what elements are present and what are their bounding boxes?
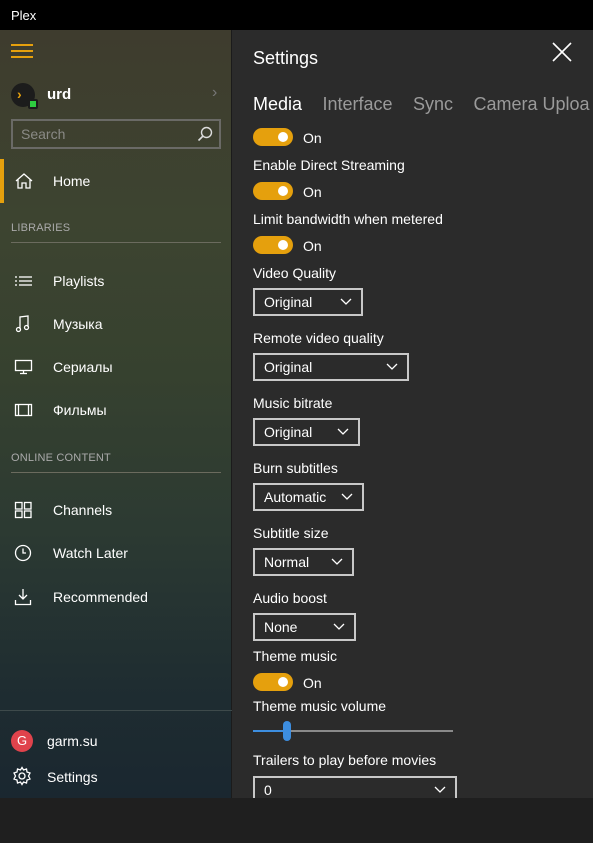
sidebar-item-channels[interactable]: Channels [0,488,232,532]
sidebar-item-label: Музыка [53,316,103,332]
clock-icon [14,544,32,562]
theme-music-volume-slider[interactable] [253,721,453,741]
tab-media[interactable]: Media [253,94,302,115]
tab-camera-upload[interactable]: Camera Uploa [473,94,589,115]
chevron-down-icon [333,623,345,630]
settings-tabs: Media Interface Sync Camera Uploa [253,94,593,120]
subtitle-size-select[interactable]: Normal [253,548,354,576]
search-input[interactable] [13,121,183,147]
direct-streaming-toggle[interactable] [253,182,293,200]
toggle-state: On [303,675,322,691]
divider [0,710,232,711]
trailers-select[interactable]: 0 [253,776,457,798]
grid-icon [14,501,32,519]
sidebar-item-music[interactable]: Музыка [0,302,232,346]
sidebar-item-label: Channels [53,502,113,518]
user-switcher[interactable]: › urd › [0,80,232,110]
chevron-down-icon [331,558,343,565]
chevron-down-icon [341,493,353,500]
slider-thumb[interactable] [283,721,291,741]
sidebar-item-label: Playlists [53,273,105,289]
select-value: None [264,619,298,635]
subtitle-size-label: Subtitle size [253,525,329,541]
home-icon [15,173,33,189]
direct-streaming-label: Enable Direct Streaming [253,157,405,173]
trailers-label: Trailers to play before movies [253,752,437,768]
sidebar-item-home[interactable]: Home [0,159,232,203]
music-bitrate-select[interactable]: Original [253,418,360,446]
chevron-down-icon [434,786,446,793]
sidebar-item-recommended[interactable]: Recommended [0,575,232,619]
music-note-icon [15,315,30,333]
burn-subtitles-label: Burn subtitles [253,460,338,476]
settings-nav-label[interactable]: Settings [47,769,98,785]
audio-boost-label: Audio boost [253,590,327,606]
user-name: urd [47,86,72,103]
sidebar: › urd › Home LIBRARIES Playlists Музыка … [0,30,232,798]
page-title: Settings [253,48,319,68]
video-quality-label: Video Quality [253,265,337,281]
toggle-state: On [303,184,322,200]
sidebar-item-watch-later[interactable]: Watch Later [0,531,232,575]
sidebar-item-label: Фильмы [53,402,107,418]
account-avatar[interactable]: G [11,730,33,752]
bottom-bar [0,798,593,843]
chevron-down-icon [340,298,352,305]
toggle-switch[interactable] [253,128,293,146]
sidebar-item-label: Recommended [53,589,148,605]
select-value: Normal [264,554,310,570]
close-icon[interactable] [550,40,574,64]
monitor-icon [14,359,33,375]
limit-bandwidth-toggle[interactable] [253,236,293,254]
remote-video-quality-select[interactable]: Original [253,353,409,381]
theme-music-label: Theme music [253,648,338,664]
download-icon [14,589,32,606]
theme-music-volume-label: Theme music volume [253,698,387,714]
divider [11,472,221,473]
film-icon [14,403,33,417]
sidebar-item-playlists[interactable]: Playlists [0,259,232,303]
select-value: Automatic [264,489,327,505]
search-box[interactable] [11,119,221,149]
audio-boost-select[interactable]: None [253,613,356,641]
sidebar-item-label: Watch Later [53,545,128,561]
list-icon [15,276,32,286]
sidebar-item-label: Сериалы [53,359,113,375]
gear-icon[interactable] [12,766,32,786]
select-value: 0 [264,782,272,798]
chevron-down-icon [386,363,398,370]
divider [11,242,221,243]
search-icon[interactable] [197,126,213,142]
select-value: Original [264,294,313,310]
online-content-header: ONLINE CONTENT [11,452,111,464]
toggle-state: On [303,238,322,254]
slider-fill [253,730,287,732]
burn-subtitles-select[interactable]: Automatic [253,483,364,511]
window-title: Plex [11,8,37,23]
music-bitrate-label: Music bitrate [253,395,333,411]
libraries-header: LIBRARIES [11,222,71,234]
video-quality-select[interactable]: Original [253,288,363,316]
settings-panel: Settings Media Interface Sync Camera Upl… [233,30,593,798]
sidebar-item-label: Home [53,173,91,189]
limit-bandwidth-label: Limit bandwidth when metered [253,211,443,227]
chevron-down-icon [337,428,349,435]
hamburger-menu-icon[interactable] [11,44,33,58]
tab-interface[interactable]: Interface [322,94,392,115]
chevron-right-icon: › [212,84,218,101]
tab-sync[interactable]: Sync [413,94,453,115]
sidebar-item-films[interactable]: Фильмы [0,388,232,432]
toggle-state: On [303,130,322,146]
account-label[interactable]: garm.su [47,733,98,749]
sidebar-item-series[interactable]: Сериалы [0,345,232,389]
select-value: Original [264,424,313,440]
plex-avatar-icon: › [11,83,38,109]
remote-video-quality-label: Remote video quality [253,330,384,346]
title-bar: Plex [0,0,593,30]
select-value: Original [264,359,313,375]
settings-list[interactable]: On Enable Direct Streaming On Limit band… [233,125,593,798]
theme-music-toggle[interactable] [253,673,293,691]
